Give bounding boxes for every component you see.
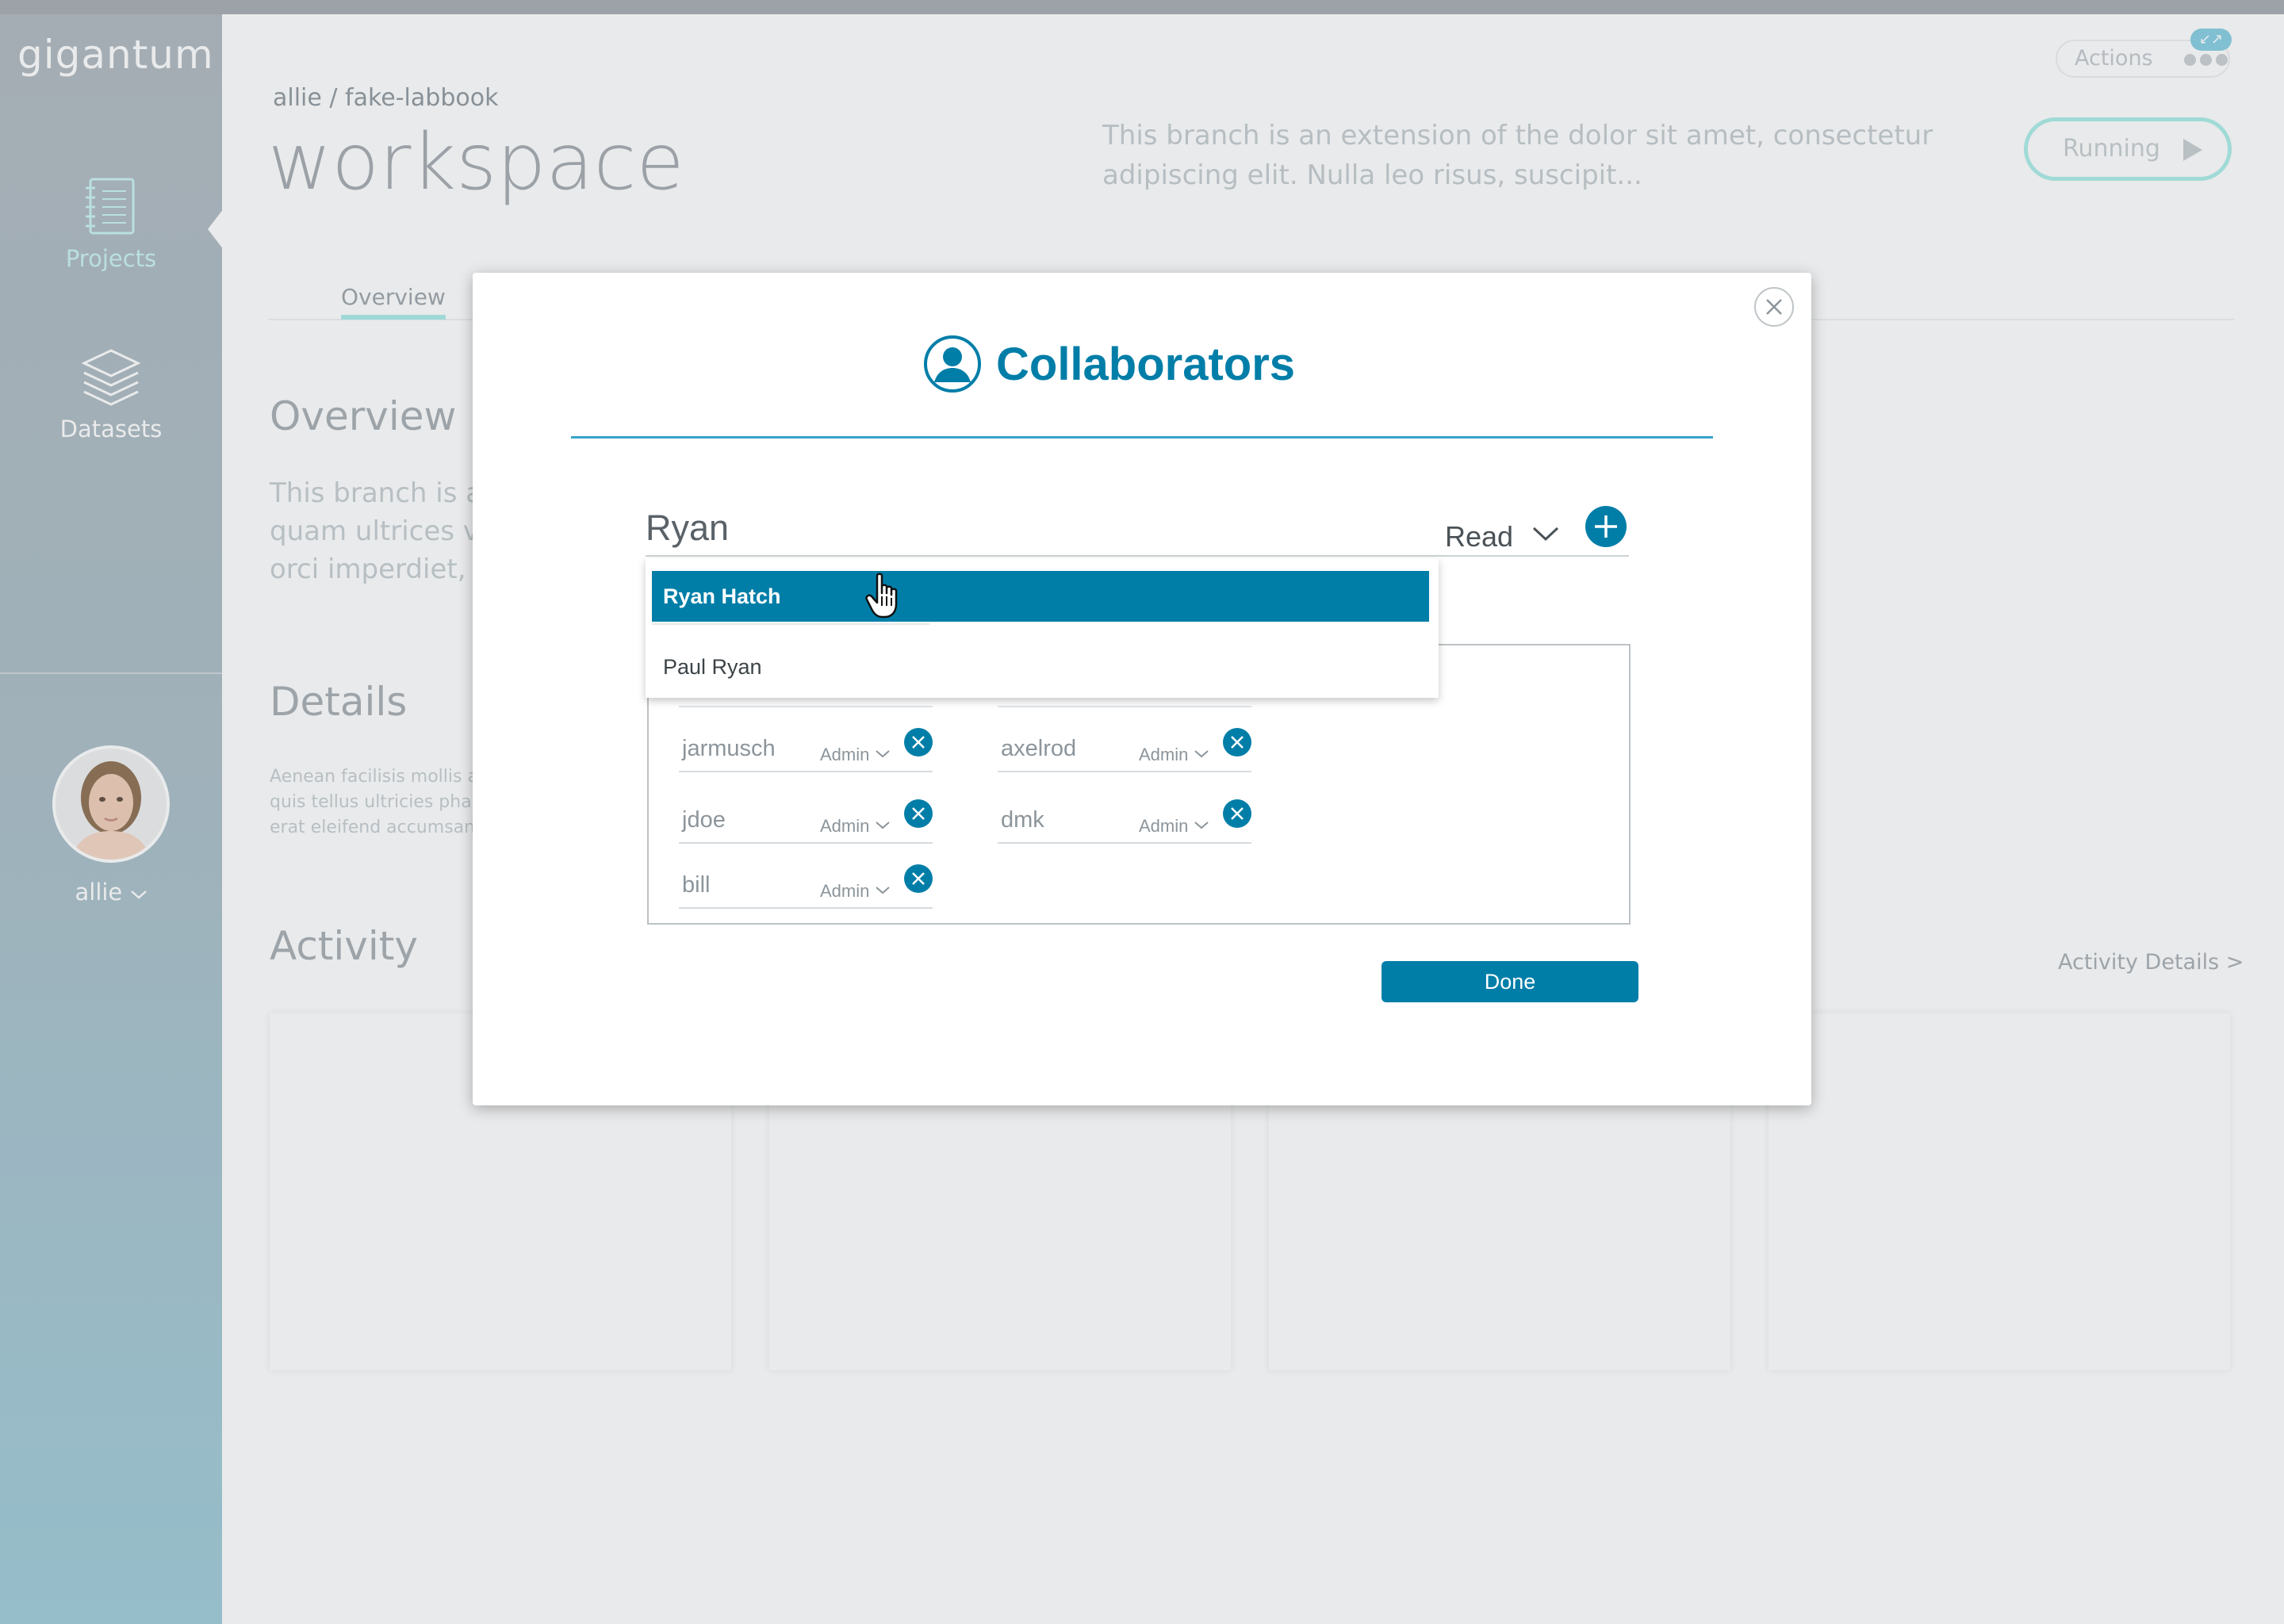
suggestion-item-highlighted[interactable]: Ryan Hatch — [652, 571, 1429, 622]
plus-icon — [1585, 515, 1627, 550]
modal-title: Collaborators — [996, 339, 1296, 390]
close-icon — [904, 736, 933, 760]
collaborator-item: axelrod Admin — [998, 728, 1251, 772]
collaborator-name: axelrod — [1001, 736, 1077, 761]
role-value: Admin — [1139, 745, 1189, 764]
role-select[interactable]: Admin — [1139, 742, 1209, 765]
collaborator-name: dmk — [1001, 807, 1044, 833]
collaborator-item: dmk Admin — [998, 799, 1251, 844]
collaborator-item: jdoe Admin — [679, 799, 933, 844]
chevron-down-icon — [876, 879, 891, 899]
collaborator-row-divider — [998, 706, 1251, 707]
close-button[interactable] — [1754, 287, 1794, 327]
collaborator-name: jarmusch — [682, 736, 776, 761]
header-divider — [571, 436, 1713, 439]
role-value: Admin — [820, 816, 870, 836]
remove-collaborator-button[interactable] — [904, 728, 933, 756]
modal-header: Collaborators — [473, 335, 1811, 396]
chevron-down-icon — [876, 742, 891, 763]
remove-collaborator-button[interactable] — [904, 799, 933, 828]
collaborator-name: bill — [682, 872, 711, 898]
chevron-down-icon — [1194, 814, 1209, 834]
add-collaborator-button[interactable] — [1585, 506, 1627, 547]
role-value: Admin — [1139, 816, 1189, 836]
chevron-down-icon — [1532, 515, 1559, 549]
role-select[interactable]: Admin — [820, 814, 891, 837]
collaborator-name: jdoe — [682, 807, 726, 833]
user-icon — [923, 335, 982, 396]
close-icon — [1223, 736, 1251, 760]
chevron-down-icon — [1194, 742, 1209, 763]
role-select[interactable]: Admin — [820, 742, 891, 765]
permission-select[interactable]: Read — [1445, 515, 1559, 553]
close-icon — [1223, 807, 1251, 831]
collaborators-modal: Collaborators Ryan Read jarmusch Admin a… — [473, 273, 1811, 1105]
chevron-down-icon — [876, 814, 891, 834]
done-button[interactable]: Done — [1382, 961, 1638, 1002]
role-value: Admin — [820, 745, 870, 764]
collaborator-item: bill Admin — [679, 864, 933, 909]
collaborator-search-input[interactable]: Ryan — [646, 508, 729, 549]
suggestion-item[interactable]: Paul Ryan — [663, 655, 762, 680]
remove-collaborator-button[interactable] — [904, 864, 933, 893]
close-icon — [904, 872, 933, 896]
search-underline — [646, 555, 1629, 557]
remove-collaborator-button[interactable] — [1223, 799, 1251, 828]
role-value: Admin — [820, 881, 870, 901]
permission-value: Read — [1445, 520, 1514, 553]
suggestion-dropdown: Ryan Hatch Paul Ryan — [646, 558, 1439, 698]
hand-cursor-icon — [864, 573, 909, 625]
collaborator-row-divider — [679, 706, 933, 707]
collaborator-item: jarmusch Admin — [679, 728, 933, 772]
remove-collaborator-button[interactable] — [1223, 728, 1251, 756]
role-select[interactable]: Admin — [1139, 814, 1209, 837]
close-icon — [904, 807, 933, 831]
role-select[interactable]: Admin — [820, 879, 891, 902]
